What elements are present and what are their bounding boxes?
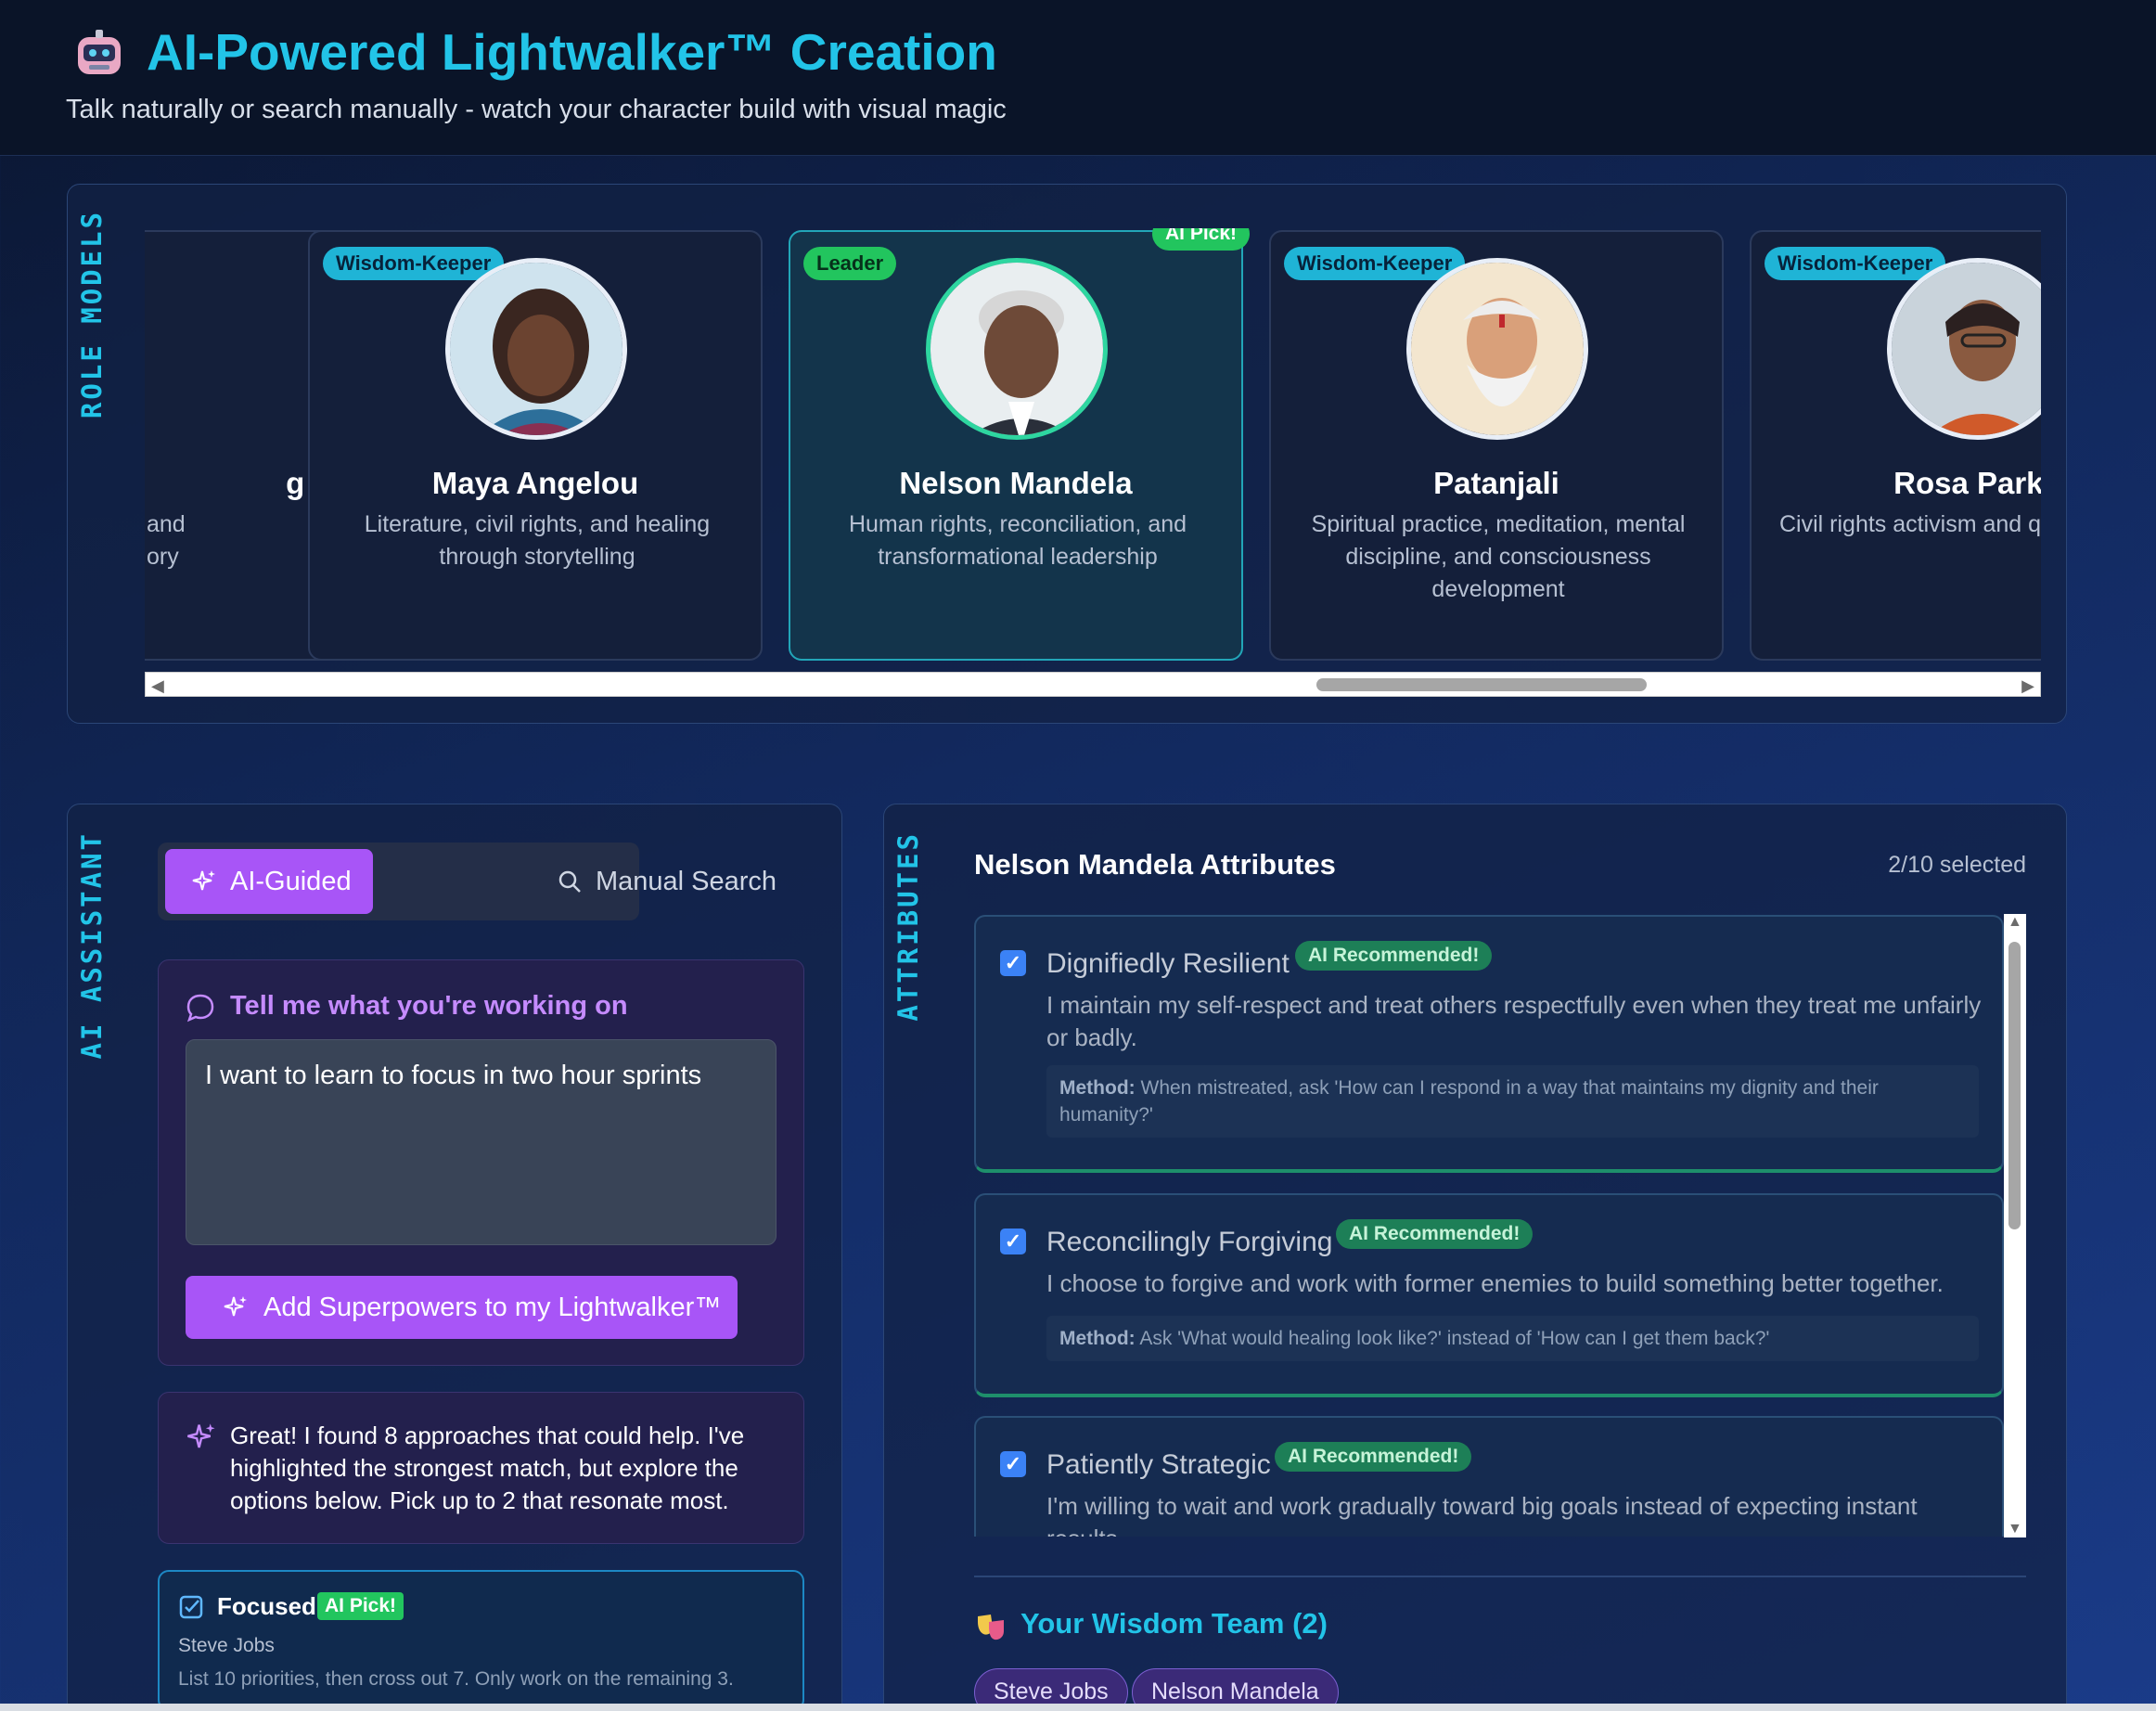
checkbox-icon [179,1595,203,1619]
bottom-edge [0,1704,2156,1711]
attributes-scrollbar[interactable]: ▲ ▼ [2004,914,2026,1537]
avatar [1887,258,2041,440]
attribute-card[interactable]: ✓ Patiently Strategic AI Recommended! I'… [974,1416,2004,1537]
checkbox-checked[interactable]: ✓ [1000,1451,1026,1477]
role-model-desc: and ory [147,511,186,570]
search-icon [558,870,581,893]
role-model-desc: Civil rights activism and qu [1779,511,2041,537]
carousel-scrollbar[interactable]: ◀ ▶ [145,672,2041,697]
role-model-name: Maya Angelou [431,466,639,500]
ai-recommended-badge: AI Recommended! [1275,1442,1472,1472]
theater-masks-icon [978,1615,1004,1640]
attribute-card[interactable]: ✓ Dignifiedly Resilient AI Recommended! … [974,915,2004,1173]
working-on-input[interactable]: I want to learn to focus in two hour spr… [186,1039,776,1245]
checkbox-checked[interactable]: ✓ [1000,1229,1026,1254]
attributes-heading: Nelson Mandela Attributes [974,848,1336,881]
attribute-desc: I'm willing to wait and work gradually t… [1046,1492,1918,1537]
role-model-name: Nelson Mandela [899,466,1133,500]
ai-recommended-badge: AI Recommended! [1336,1219,1534,1249]
role-model-name: Rosa Parks [1893,466,2041,500]
role-model-card-patanjali[interactable]: Wisdom-Keeper Patanjali Spiritual practi… [1269,230,1724,661]
tab-ai-guided[interactable]: AI-Guided [165,849,373,914]
selected-count: 2/10 selected [1888,852,2026,878]
ai-recommended-badge: AI Recommended! [1295,941,1493,971]
method-label: Method: [1059,1077,1136,1099]
page-title: AI-Powered Lightwalker™ Creation [147,23,997,81]
role-badge: Wisdom-Keeper [1765,247,1946,280]
role-models-label: ROLE MODELS [76,210,108,419]
role-badge: Wisdom-Keeper [1284,247,1466,280]
sparkles-icon [224,1296,247,1317]
tab-manual-search-label: Manual Search [596,867,777,896]
result-item-focused[interactable]: Focused AI Pick! Steve Jobs List 10 prio… [158,1570,804,1711]
role-model-carousel[interactable]: g Jr. and ory Wisdom-Keeper Maya Angelou… [145,228,2041,663]
role-badge: Leader [803,247,897,280]
role-badge: Wisdom-Keeper [323,247,505,280]
attribute-name: Dignifiedly Resilient [1046,948,1290,979]
role-model-card-nelson-mandela[interactable]: Leader Nelson Mandela Human rights, reco… [789,230,1243,661]
result-desc: List 10 priorities, then cross out 7. On… [178,1668,734,1690]
ai-assistant-label: AI ASSISTANT [76,831,108,1060]
scroll-right-icon[interactable]: ▶ [2021,676,2034,696]
scrollbar-thumb[interactable] [1316,678,1647,691]
scroll-down-icon[interactable]: ▼ [2008,1521,2022,1537]
attribute-name: Patiently Strategic [1046,1449,1271,1480]
avatar [926,258,1108,440]
ai-pick-badge: AI Pick! [317,1592,404,1620]
app-header: AI-Powered Lightwalker™ Creation Talk na… [0,0,2156,156]
tab-manual-search[interactable]: Manual Search [390,849,776,914]
attribute-desc: I choose to forgive and work with former… [1046,1269,1944,1297]
method-label: Method: [1059,1328,1136,1349]
attribute-desc: I maintain my self-respect and treat oth… [1046,991,1982,1051]
tab-ai-guided-label: AI-Guided [230,867,352,896]
avatar [445,258,627,440]
divider [974,1576,2026,1577]
attribute-card[interactable]: ✓ Reconcilingly Forgiving AI Recommended… [974,1193,2004,1397]
sparkles-icon [192,870,215,891]
scroll-left-icon[interactable]: ◀ [151,676,164,696]
avatar [1406,258,1588,440]
result-source: Steve Jobs [178,1635,275,1656]
add-superpowers-label: Add Superpowers to my Lightwalker™ [263,1293,722,1322]
attribute-method: Method: Ask 'What would healing look lik… [1046,1316,1979,1361]
robot-icon [78,30,121,74]
sparkles-icon [187,1423,215,1448]
prompt-title: Tell me what you're working on [230,991,628,1021]
chat-bubble-icon [186,994,214,1023]
attribute-method: Method: When mistreated, ask 'How can I … [1046,1065,1979,1138]
mode-tabs: AI-Guided Manual Search [158,843,776,920]
attributes-label: ATTRIBUTES [892,831,924,1022]
wisdom-team-title: Your Wisdom Team (2) [1020,1607,1328,1640]
scrollbar-thumb[interactable] [2008,942,2021,1229]
page-subtitle: Talk naturally or search manually - watc… [66,95,1007,124]
checkbox-checked[interactable]: ✓ [1000,950,1026,976]
method-text: Ask 'What would healing look like?' inst… [1139,1328,1770,1349]
role-model-desc: Literature, civil rights, and healing th… [364,511,711,570]
role-model-desc: Human rights, reconciliation, and transf… [848,511,1187,570]
method-text: When mistreated, ask 'How can I respond … [1059,1077,1879,1126]
assistant-message-text: Great! I found 8 approaches that could h… [230,1422,745,1514]
role-model-name: Patanjali [1433,466,1559,500]
scroll-up-icon[interactable]: ▲ [2008,914,2022,931]
attribute-name: Reconcilingly Forgiving [1046,1227,1333,1257]
role-model-card-maya-angelou[interactable]: Wisdom-Keeper Maya Angelou Literature, c… [308,230,763,661]
add-superpowers-button[interactable]: Add Superpowers to my Lightwalker™ [186,1276,738,1339]
result-title: Focused [217,1592,316,1620]
role-model-desc: Spiritual practice, meditation, mental d… [1311,511,1686,602]
attributes-list[interactable]: ✓ Dignifiedly Resilient AI Recommended! … [974,915,2015,1537]
ai-pick-badge: AI Pick! [1152,228,1251,251]
role-model-card-rosa-parks[interactable]: Wisdom-Keeper Rosa Parks Civil rights ac… [1750,230,2041,661]
